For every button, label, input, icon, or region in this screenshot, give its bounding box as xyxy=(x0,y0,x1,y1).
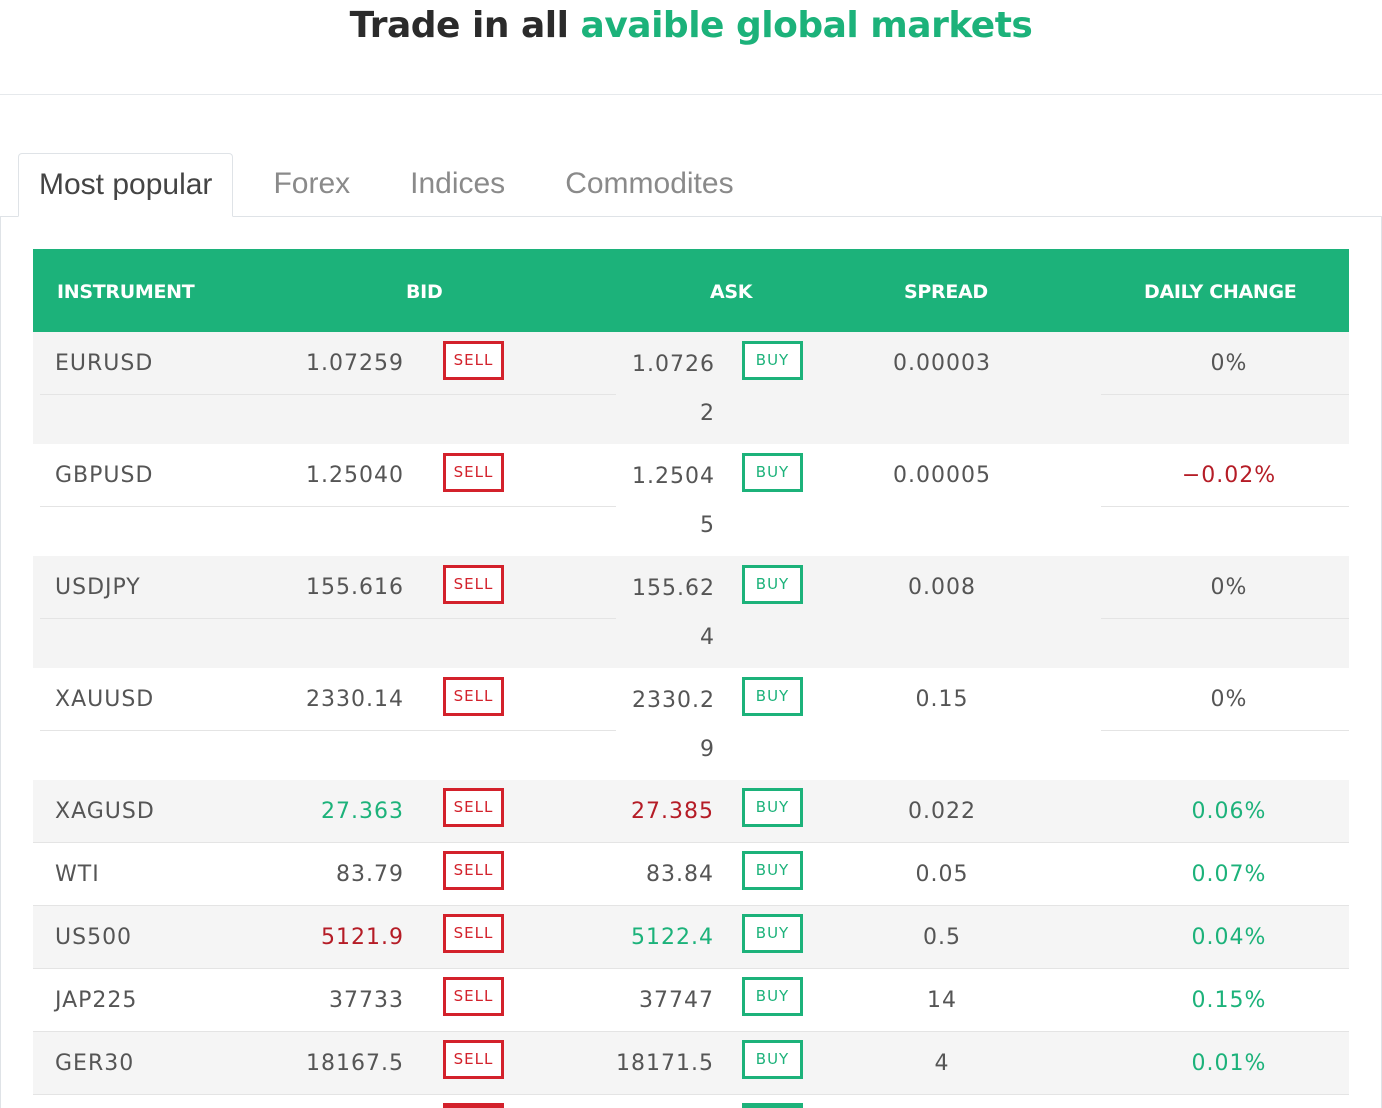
divider xyxy=(0,94,1382,95)
table-row: JAP225 37733 SELL 37747 BUY 14 0.15% xyxy=(33,969,1349,1032)
ask-price: 1.0726 2 xyxy=(632,352,715,426)
tab-most-popular[interactable]: Most popular xyxy=(18,153,234,217)
table-row: USDJPY 155.616 SELL 155.62 4 BUY 0.008 0% xyxy=(33,556,1349,668)
bid-price: 27.363 xyxy=(321,799,404,824)
ask-price: 1.2504 5 xyxy=(632,464,715,538)
instrument-symbol: WTI xyxy=(55,862,100,887)
spread-value: 0.022 xyxy=(908,799,976,824)
ask-price: 2330.2 9 xyxy=(632,688,715,762)
daily-change: 0.06% xyxy=(1191,799,1267,824)
spread-value: 4 xyxy=(934,1051,950,1076)
buy-button[interactable]: BUY xyxy=(742,565,803,604)
table-row: XAUUSD 2330.14 SELL 2330.2 9 BUY 0.15 0% xyxy=(33,668,1349,780)
quotes-table: INSTRUMENT BID ASK SPREAD DAILY CHANGE E… xyxy=(33,249,1349,1095)
market-tabs: Most popular Forex Indices Commodites xyxy=(18,153,764,217)
instrument-symbol: XAUUSD xyxy=(55,687,155,712)
daily-change: −0.02% xyxy=(1181,463,1277,488)
ask-price: 27.385 xyxy=(631,799,714,824)
bid-price: 2330.14 xyxy=(306,687,404,712)
column-header-spread: SPREAD xyxy=(904,281,988,303)
table-row: GER30 18167.5 SELL 18171.5 BUY 4 0.01% xyxy=(33,1032,1349,1095)
table-row: US500 5121.9 SELL 5122.4 BUY 0.5 0.04% xyxy=(33,906,1349,969)
ask-price: 83.84 xyxy=(646,862,714,887)
bid-price: 155.616 xyxy=(306,575,404,600)
instrument-symbol: XAGUSD xyxy=(55,799,155,824)
heading-accent: avaible global markets xyxy=(580,5,1033,46)
column-header-daily-change: DAILY CHANGE xyxy=(1144,281,1297,303)
column-header-instrument: INSTRUMENT xyxy=(57,281,195,303)
table-row: GBPUSD 1.25040 SELL 1.2504 5 BUY 0.00005 … xyxy=(33,444,1349,556)
buy-button[interactable]: BUY xyxy=(742,914,803,953)
spread-value: 0.15 xyxy=(915,687,969,712)
sell-button[interactable]: SELL xyxy=(443,788,504,827)
buy-button[interactable]: BUY xyxy=(742,453,803,492)
sell-button[interactable]: SELL xyxy=(443,677,504,716)
spread-value: 0.5 xyxy=(923,925,961,950)
table-header: INSTRUMENT BID ASK SPREAD DAILY CHANGE xyxy=(33,249,1349,332)
daily-change: 0% xyxy=(1210,575,1248,600)
buy-button[interactable]: BUY xyxy=(742,977,803,1016)
column-header-ask: ASK xyxy=(710,281,753,303)
daily-change: 0% xyxy=(1210,351,1248,376)
buy-button[interactable]: BUY xyxy=(742,677,803,716)
table-row: WTI 83.79 SELL 83.84 BUY 0.05 0.07% xyxy=(33,843,1349,906)
daily-change: 0.01% xyxy=(1191,1051,1267,1076)
sell-button[interactable]: SELL xyxy=(443,341,504,380)
spread-value: 0.05 xyxy=(915,862,969,887)
spread-value: 0.008 xyxy=(908,575,976,600)
daily-change: 0.07% xyxy=(1191,862,1267,887)
daily-change: 0% xyxy=(1210,687,1248,712)
spread-value: 14 xyxy=(927,988,957,1013)
instrument-symbol: GBPUSD xyxy=(55,463,154,488)
sell-button[interactable]: SELL xyxy=(443,914,504,953)
buy-button[interactable]: BUY xyxy=(742,788,803,827)
ask-price: 37747 xyxy=(639,988,714,1013)
bid-price: 1.07259 xyxy=(306,351,404,376)
spread-value: 0.00005 xyxy=(893,463,991,488)
daily-change: 0.04% xyxy=(1191,925,1267,950)
tab-forex[interactable]: Forex xyxy=(243,153,380,217)
buy-button[interactable]: BUY xyxy=(742,341,803,380)
daily-change: 0.15% xyxy=(1191,988,1267,1013)
instrument-symbol: EURUSD xyxy=(55,351,154,376)
table-row: EURUSD 1.07259 SELL 1.0726 2 BUY 0.00003 … xyxy=(33,332,1349,444)
tab-indices[interactable]: Indices xyxy=(380,153,535,217)
section-heading: Trade in all avaible global markets xyxy=(0,4,1382,48)
spread-value: 0.00003 xyxy=(893,351,991,376)
sell-button[interactable]: SELL xyxy=(443,565,504,604)
instrument-symbol: JAP225 xyxy=(55,988,138,1013)
buy-button-partial[interactable] xyxy=(742,1103,803,1108)
sell-button[interactable]: SELL xyxy=(443,977,504,1016)
buy-button[interactable]: BUY xyxy=(742,851,803,890)
tab-commodities[interactable]: Commodites xyxy=(535,153,763,217)
bid-price: 37733 xyxy=(329,988,404,1013)
ask-price: 5122.4 xyxy=(631,925,714,950)
sell-button[interactable]: SELL xyxy=(443,1040,504,1079)
bid-price: 83.79 xyxy=(336,862,404,887)
instrument-symbol: US500 xyxy=(55,925,133,950)
ask-price: 18171.5 xyxy=(616,1051,714,1076)
bid-price: 5121.9 xyxy=(321,925,404,950)
ask-price: 155.62 4 xyxy=(632,576,715,650)
bid-price: 18167.5 xyxy=(306,1051,404,1076)
instrument-symbol: USDJPY xyxy=(55,575,141,600)
bid-price: 1.25040 xyxy=(306,463,404,488)
sell-button[interactable]: SELL xyxy=(443,453,504,492)
buy-button[interactable]: BUY xyxy=(742,1040,803,1079)
column-header-bid: BID xyxy=(406,281,443,303)
instrument-symbol: GER30 xyxy=(55,1051,135,1076)
table-row: XAGUSD 27.363 SELL 27.385 BUY 0.022 0.06… xyxy=(33,780,1349,843)
sell-button[interactable]: SELL xyxy=(443,851,504,890)
sell-button-partial[interactable] xyxy=(443,1103,504,1108)
heading-prefix: Trade in all xyxy=(349,5,569,46)
